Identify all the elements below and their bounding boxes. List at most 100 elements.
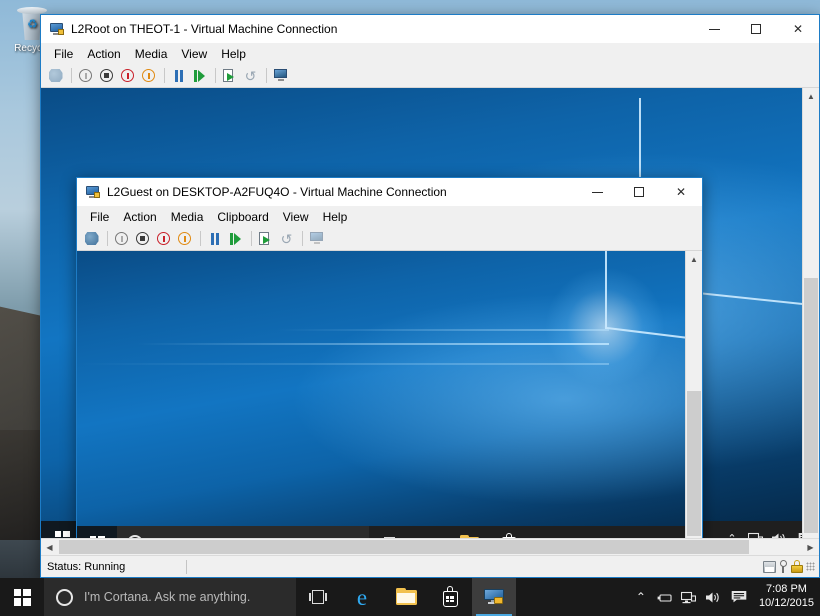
outer-window-statusbar: Status: Running (41, 555, 819, 577)
vmconnect-icon (49, 21, 65, 37)
scroll-up-arrow-icon[interactable]: ▲ (803, 88, 819, 105)
file-explorer-icon[interactable] (384, 578, 428, 616)
enhanced-session-button[interactable] (271, 66, 290, 85)
checkpoint-button[interactable] (220, 66, 239, 85)
resize-grip[interactable] (806, 562, 815, 571)
edge-icon[interactable]: e (340, 578, 384, 616)
floppy-icon[interactable] (763, 561, 776, 573)
outer-status-text: Status: Running (41, 556, 186, 577)
outer-window-title: L2Root on THEOT-1 - Virtual Machine Conn… (71, 22, 337, 36)
vmconnect-icon (85, 184, 101, 200)
clock-date: 10/12/2015 (759, 597, 814, 611)
host-taskbar-icons[interactable]: e (296, 578, 516, 616)
inner-window-controls[interactable]: Minimize Maximize ✕ Close (576, 178, 702, 206)
start-button-taskbar[interactable] (0, 578, 44, 616)
vmconnect-window-l2root[interactable]: L2Root on THEOT-1 - Virtual Machine Conn… (40, 14, 820, 578)
pause-button[interactable] (205, 229, 224, 248)
menu-help[interactable]: Help (214, 45, 253, 63)
network-icon[interactable] (677, 578, 701, 616)
guest-wallpaper-windows10-hero (77, 251, 702, 555)
inner-screen-vertical-scrollbar[interactable]: ▲ ▼ (685, 251, 702, 555)
scrollbar-thumb[interactable] (804, 278, 818, 533)
host-taskbar[interactable]: I'm Cortana. Ask me anything. e (0, 578, 820, 616)
menu-file[interactable]: File (47, 45, 80, 63)
windows-logo-icon (14, 589, 31, 606)
outer-status-icons[interactable] (763, 560, 819, 573)
revert-button: ↺ (277, 229, 296, 248)
cortana-icon (56, 589, 73, 606)
toolbar-separator (71, 68, 72, 83)
key-icon[interactable] (779, 560, 788, 573)
toolbar-separator (107, 231, 108, 246)
toolbar-separator (200, 231, 201, 246)
turn-off-button[interactable] (97, 66, 116, 85)
save-button[interactable] (175, 229, 194, 248)
reset-button[interactable] (190, 66, 209, 85)
scrollbar-thumb[interactable] (687, 391, 701, 536)
maximize-button[interactable]: Maximize (618, 178, 660, 206)
checkpoint-button[interactable] (256, 229, 275, 248)
toolbar-separator (302, 231, 303, 246)
menu-view[interactable]: View (276, 208, 316, 226)
outer-window-menubar[interactable]: File Action Media View Help (41, 43, 819, 64)
host-desktop[interactable]: ♻ Recycle Windows 10 Enterprise In Evalu… (0, 0, 820, 616)
revert-button: ↺ (241, 66, 260, 85)
cortana-search-box[interactable]: I'm Cortana. Ask me anything. (44, 578, 296, 616)
menu-help[interactable]: Help (316, 208, 355, 226)
cortana-placeholder: I'm Cortana. Ask me anything. (84, 590, 250, 604)
start-button (112, 229, 131, 248)
toolbar-separator (266, 68, 267, 83)
maximize-button[interactable]: Maximize (735, 15, 777, 43)
safely-remove-icon[interactable] (653, 578, 677, 616)
inner-vm-screen[interactable]: I'm Cortana. Ask me anything. e (77, 251, 702, 555)
outer-window-toolbar[interactable]: ↺ (41, 64, 819, 88)
tray-chevron-icon[interactable]: ⌃ (629, 578, 653, 616)
scroll-left-arrow-icon[interactable]: ◀ (41, 539, 58, 555)
vmconnect-window-l2guest[interactable]: L2Guest on DESKTOP-A2FUQ4O - Virtual Mac… (76, 177, 703, 555)
start-button (76, 66, 95, 85)
action-center-icon[interactable] (725, 578, 753, 616)
clock-time: 7:08 PM (759, 583, 814, 597)
toolbar-separator (251, 231, 252, 246)
outer-vm-screen[interactable]: I'm Cortana. Ask me anything. e (41, 88, 819, 555)
menu-action[interactable]: Action (116, 208, 163, 226)
store-icon[interactable] (428, 578, 472, 616)
scrollbar-thumb[interactable] (59, 540, 749, 554)
taskbar-clock[interactable]: 7:08 PM 10/12/2015 (753, 583, 820, 611)
scroll-right-arrow-icon[interactable]: ▶ (802, 539, 819, 555)
reset-button[interactable] (226, 229, 245, 248)
ctrl-alt-delete-button[interactable] (82, 229, 101, 248)
minimize-button[interactable]: Minimize (576, 178, 618, 206)
inner-window-titlebar[interactable]: L2Guest on DESKTOP-A2FUQ4O - Virtual Mac… (77, 178, 702, 206)
menu-clipboard[interactable]: Clipboard (210, 208, 275, 226)
shut-down-button[interactable] (118, 66, 137, 85)
volume-icon[interactable] (701, 578, 725, 616)
close-button[interactable]: ✕ Close (660, 178, 702, 206)
scroll-up-arrow-icon[interactable]: ▲ (686, 251, 702, 268)
inner-window-toolbar[interactable]: ↺ (77, 227, 702, 251)
vmconnect-icon-taskbar[interactable] (472, 578, 516, 616)
inner-window-menubar[interactable]: File Action Media Clipboard View Help (77, 206, 702, 227)
ctrl-alt-delete-button[interactable] (46, 66, 65, 85)
pause-button[interactable] (169, 66, 188, 85)
close-button[interactable]: ✕ Close (777, 15, 819, 43)
minimize-button[interactable]: Minimize (693, 15, 735, 43)
host-system-tray[interactable]: ⌃ 7:08 PM 10/12/2015 (629, 578, 820, 616)
lock-icon[interactable] (791, 560, 803, 573)
menu-media[interactable]: Media (164, 208, 211, 226)
inner-window-title: L2Guest on DESKTOP-A2FUQ4O - Virtual Mac… (107, 185, 447, 199)
outer-screen-vertical-scrollbar[interactable]: ▲ ▼ (802, 88, 819, 555)
menu-action[interactable]: Action (80, 45, 127, 63)
menu-view[interactable]: View (174, 45, 214, 63)
turn-off-button[interactable] (133, 229, 152, 248)
outer-window-horizontal-scrollbar[interactable]: ◀ ▶ (41, 538, 819, 555)
menu-file[interactable]: File (83, 208, 116, 226)
toolbar-separator (164, 68, 165, 83)
save-button[interactable] (139, 66, 158, 85)
outer-window-titlebar[interactable]: L2Root on THEOT-1 - Virtual Machine Conn… (41, 15, 819, 43)
outer-window-controls[interactable]: Minimize Maximize ✕ Close (693, 15, 819, 43)
shut-down-button[interactable] (154, 229, 173, 248)
task-view-icon[interactable] (296, 578, 340, 616)
status-divider (186, 560, 187, 574)
menu-media[interactable]: Media (128, 45, 175, 63)
